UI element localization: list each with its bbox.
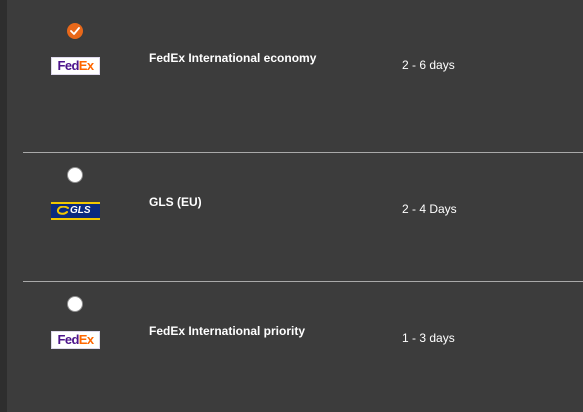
left-edge-strip [0, 0, 7, 412]
shipping-option-name: FedEx International priority [149, 324, 306, 338]
shipping-option-fedex-priority[interactable]: FedEx FedEx International priority 1 - 3… [7, 282, 583, 412]
delivery-time: 1 - 3 days [402, 331, 455, 345]
shipping-option-name: GLS (EU) [149, 195, 202, 209]
radio-selected[interactable] [67, 23, 83, 39]
gls-swoosh-icon [56, 206, 69, 215]
shipping-option-gls-eu[interactable]: GLS GLS (EU) 2 - 4 Days [7, 153, 583, 281]
delivery-time: 2 - 6 days [402, 58, 455, 72]
radio-unselected[interactable] [67, 167, 83, 183]
fedex-logo: FedEx [51, 331, 100, 349]
delivery-time: 2 - 4 Days [402, 202, 457, 216]
check-icon [70, 27, 80, 35]
shipping-option-fedex-economy[interactable]: FedEx FedEx International economy 2 - 6 … [7, 0, 583, 152]
shipping-option-name: FedEx International economy [149, 51, 317, 65]
gls-logo: GLS [51, 202, 100, 220]
fedex-logo: FedEx [51, 57, 100, 75]
radio-unselected[interactable] [67, 296, 83, 312]
shipping-options-list: FedEx FedEx International economy 2 - 6 … [7, 0, 583, 412]
